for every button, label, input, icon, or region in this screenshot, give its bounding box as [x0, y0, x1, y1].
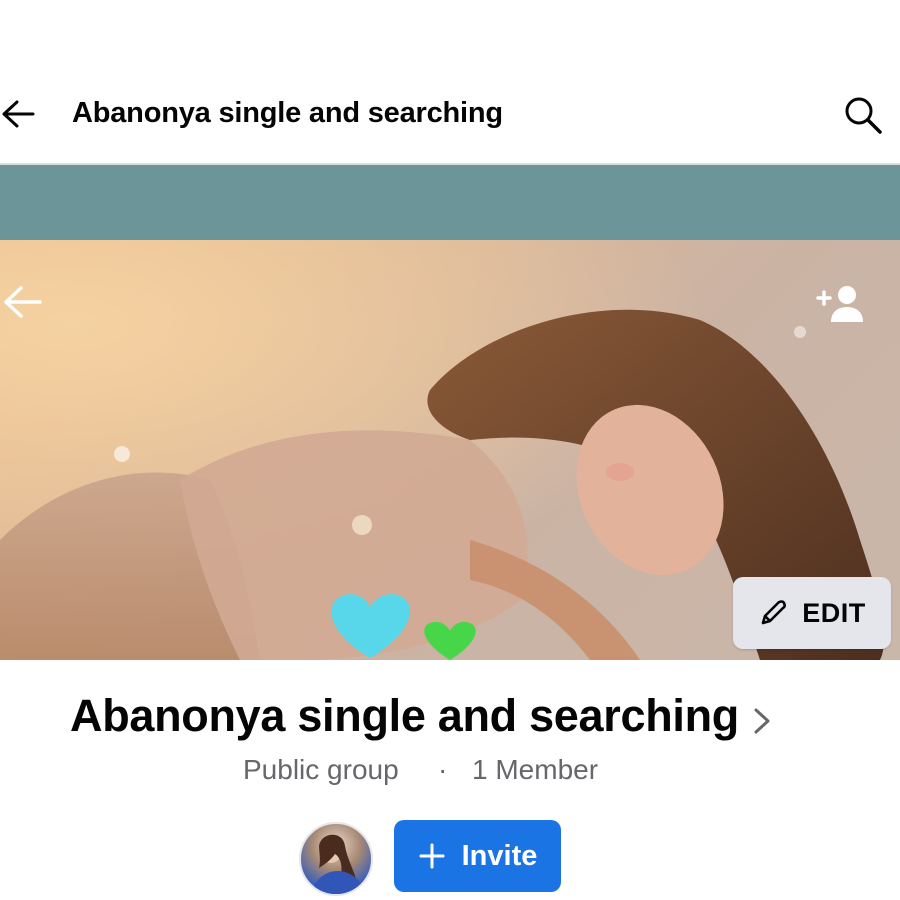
search-icon	[845, 97, 882, 134]
avatar-image	[311, 834, 365, 894]
chevron-right-icon	[754, 708, 770, 734]
group-details-chevron[interactable]	[750, 706, 774, 736]
back-button[interactable]	[0, 96, 36, 132]
group-privacy: Public group	[243, 754, 399, 785]
plus-icon	[419, 843, 445, 869]
search-button[interactable]	[842, 94, 884, 136]
member-count[interactable]: 1 Member	[472, 754, 598, 786]
arrow-left-icon	[4, 286, 42, 318]
invite-label: Invite	[461, 839, 538, 872]
arrow-left-icon	[2, 100, 35, 128]
pencil-icon	[761, 600, 787, 625]
edit-label: EDIT	[802, 597, 866, 628]
add-person-icon	[816, 286, 863, 322]
page-title: Abanonya single and searching	[72, 97, 503, 129]
cover-top-band	[0, 165, 900, 240]
add-member-button[interactable]	[814, 282, 868, 326]
meta-separator: ·	[438, 754, 448, 785]
group-name[interactable]: Abanonya single and searching	[70, 690, 739, 742]
top-app-bar: Abanonya single and searching	[0, 0, 900, 165]
edit-cover-button[interactable]: EDIT	[733, 577, 891, 649]
invite-button[interactable]: Invite	[394, 820, 561, 892]
cover-back-button[interactable]	[2, 284, 44, 326]
member-avatar[interactable]	[299, 822, 373, 896]
